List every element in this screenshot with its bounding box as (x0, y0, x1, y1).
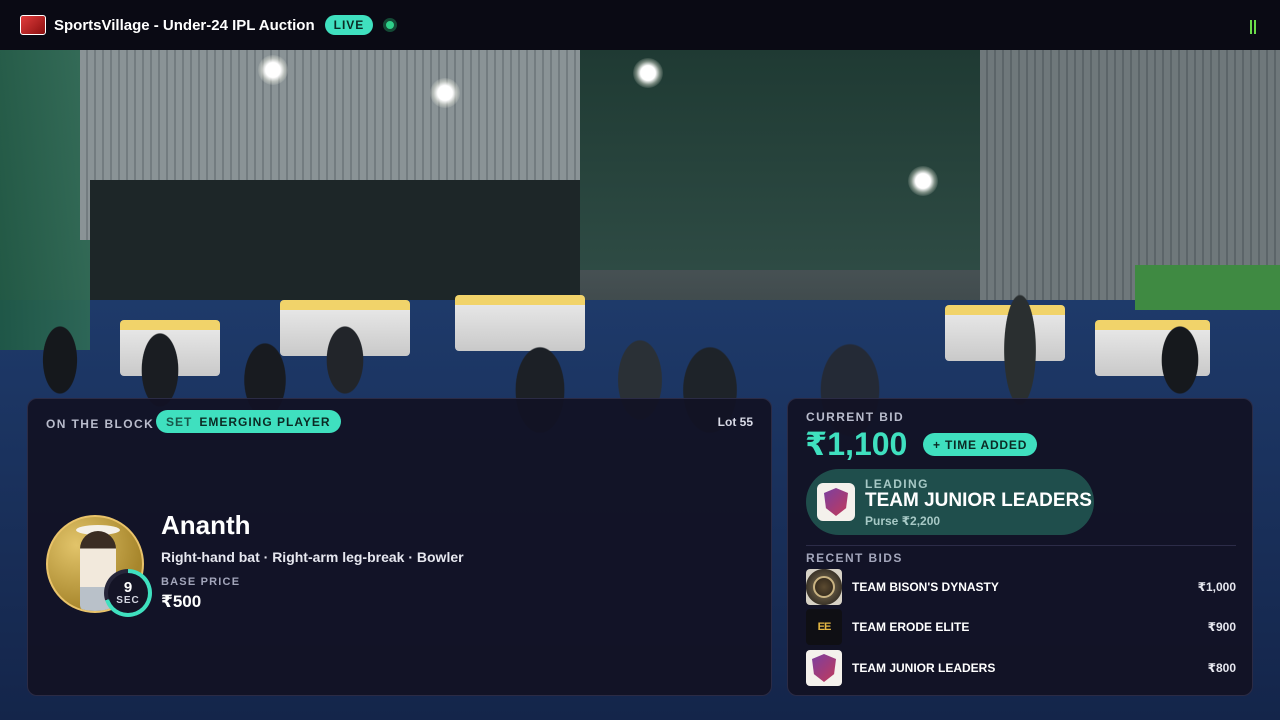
time-added-badge: + TIME ADDED (923, 433, 1038, 456)
app-title: SportsVillage - Under-24 IPL Auction (54, 16, 315, 34)
recent-bid-row: TEAM JUNIOR LEADERS ₹800 (806, 650, 1236, 686)
sportsvillage-logo-icon (20, 15, 46, 35)
set-prefix: SET (166, 414, 193, 429)
current-bid-label: CURRENT BID (806, 410, 905, 424)
player-name: Ananth (161, 510, 251, 540)
leading-team-purse: Purse ₹2,200 (865, 514, 941, 528)
junior-leaders-shield-icon (812, 654, 836, 682)
recent-bids-label: RECENT BIDS (806, 551, 903, 565)
leading-label: LEADING (865, 477, 929, 491)
recent-bid-row: TEAM BISON'S DYNASTY ₹1,000 (806, 569, 1236, 605)
erode-elite-logo-icon: EE (817, 621, 832, 633)
current-bid-value: ₹1,100 (805, 426, 908, 462)
on-the-block-label: ON THE BLOCK (46, 417, 155, 431)
bid-team-logo: EE (806, 609, 842, 645)
timer-seconds: 9 (123, 579, 133, 596)
leading-team-logo (817, 483, 855, 521)
bid-amount: ₹800 (1207, 661, 1236, 675)
bid-amount: ₹900 (1207, 620, 1236, 634)
base-price-value: ₹500 (161, 592, 202, 611)
timer-unit: SEC (116, 595, 140, 606)
bid-team-name: TEAM JUNIOR LEADERS (852, 661, 996, 675)
divider (806, 545, 1236, 546)
bid-panel: CURRENT BID ₹1,100 + TIME ADDED LEADING … (787, 398, 1253, 696)
leading-team-name: TEAM JUNIOR LEADERS (865, 490, 1092, 511)
set-name: EMERGING PLAYER (199, 414, 331, 429)
lot-number: Lot 55 (717, 415, 753, 429)
on-the-block-panel: ON THE BLOCK SET EMERGING PLAYER Lot 55 … (27, 398, 772, 696)
set-badge: SET EMERGING PLAYER (156, 410, 341, 433)
signal-bars-icon (1250, 20, 1258, 34)
countdown-timer: 9 SEC (104, 569, 152, 617)
bid-team-logo (806, 569, 842, 605)
recent-bid-row: EE TEAM ERODE ELITE ₹900 (806, 609, 1236, 645)
player-role: Right-hand bat · Right-arm leg-break · B… (161, 549, 464, 565)
leading-team-card: LEADING TEAM JUNIOR LEADERS Purse ₹2,200 (806, 469, 1094, 535)
live-status-dot (383, 18, 398, 32)
bid-team-name: TEAM BISON'S DYNASTY (852, 580, 999, 594)
base-price-label: BASE PRICE (161, 576, 241, 588)
bid-team-name: TEAM ERODE ELITE (852, 620, 970, 634)
bid-amount: ₹1,000 (1197, 580, 1236, 594)
live-badge: LIVE (324, 15, 374, 35)
junior-leaders-shield-icon (824, 488, 848, 516)
bison-logo-icon (813, 576, 835, 598)
bid-team-logo (806, 650, 842, 686)
top-bar: SportsVillage - Under-24 IPL Auction LIV… (0, 0, 1280, 50)
